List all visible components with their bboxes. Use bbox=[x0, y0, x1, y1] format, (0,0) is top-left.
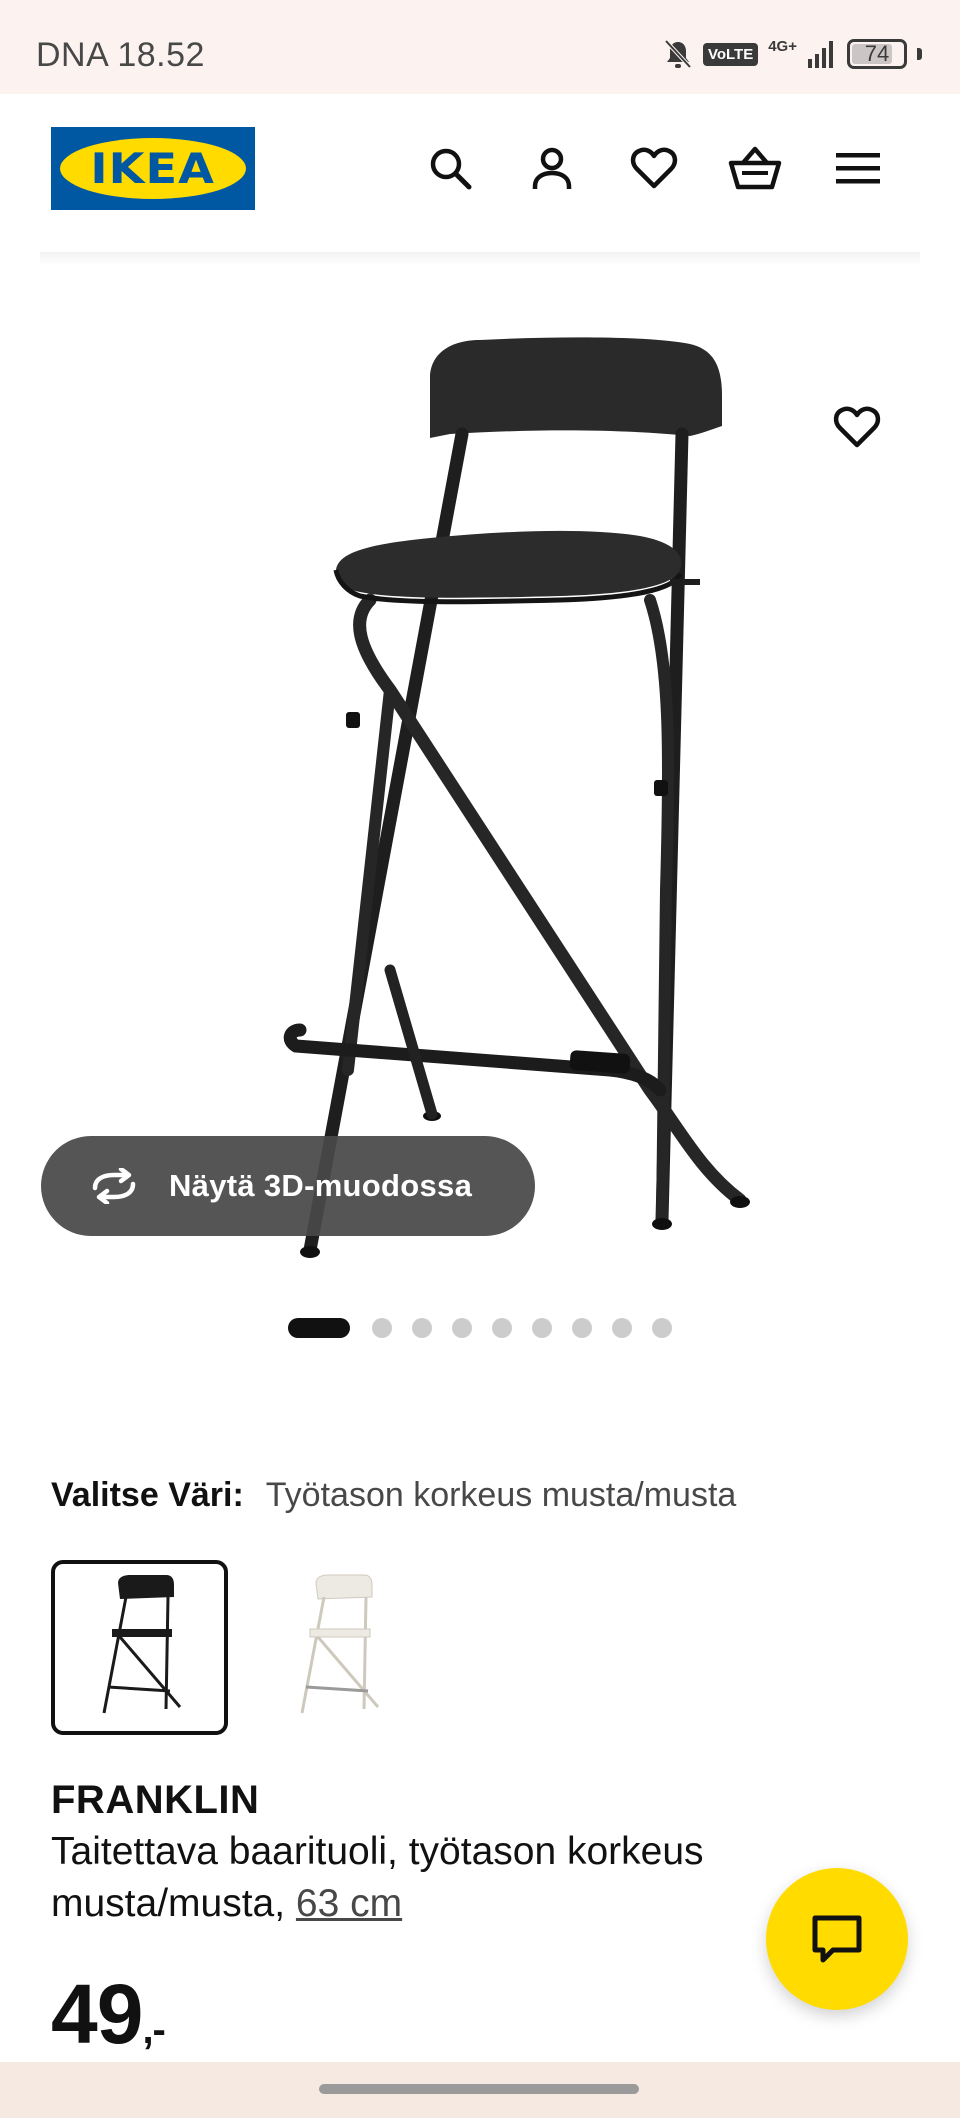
status-time: DNA 18.52 bbox=[36, 36, 205, 74]
product-description: Taitettava baarituoli, työtason korkeus … bbox=[51, 1826, 811, 1930]
account-icon[interactable] bbox=[524, 140, 580, 196]
view-3d-button[interactable]: Näytä 3D-muodossa bbox=[41, 1136, 535, 1236]
battery-icon: 74 bbox=[847, 39, 907, 69]
chat-bubble-icon bbox=[812, 1915, 862, 1963]
battery-level: 74 bbox=[864, 41, 890, 66]
rotate-3d-icon bbox=[92, 1168, 136, 1204]
volte-icon: VoLTE bbox=[702, 42, 759, 66]
menu-icon[interactable] bbox=[830, 140, 886, 196]
add-to-favorites-button[interactable] bbox=[820, 390, 894, 464]
price-suffix: ,- bbox=[142, 2008, 165, 2052]
logo-oval: IKEA bbox=[60, 138, 246, 199]
chat-button[interactable] bbox=[766, 1868, 908, 2010]
home-indicator[interactable] bbox=[319, 2084, 639, 2094]
swatch-image-white-stool bbox=[300, 1574, 379, 1713]
logo-text: IKEA bbox=[90, 144, 216, 193]
gallery-pagination[interactable] bbox=[0, 1318, 960, 1338]
color-label: Valitse Väri: bbox=[51, 1476, 244, 1514]
gallery-dot[interactable] bbox=[372, 1318, 392, 1338]
wishlist-heart-icon[interactable] bbox=[626, 140, 682, 196]
color-selected-value: Työtason korkeus musta/musta bbox=[265, 1476, 737, 1514]
gallery-dot[interactable] bbox=[412, 1318, 432, 1338]
header-divider bbox=[40, 252, 920, 266]
gallery-dot[interactable] bbox=[612, 1318, 632, 1338]
shopping-bag-icon[interactable] bbox=[727, 140, 783, 196]
swatch-image-black-stool bbox=[102, 1574, 181, 1713]
battery-cap bbox=[917, 48, 922, 60]
product-name: FRANKLIN bbox=[51, 1778, 260, 1822]
gallery-dot[interactable] bbox=[532, 1318, 552, 1338]
product-size-link[interactable]: 63 cm bbox=[296, 1882, 402, 1925]
price-value: 49 bbox=[51, 1967, 143, 2061]
heart-outline-icon bbox=[833, 406, 881, 448]
color-swatch-white[interactable] bbox=[249, 1560, 426, 1735]
gallery-dot[interactable] bbox=[572, 1318, 592, 1338]
gallery-dot[interactable] bbox=[652, 1318, 672, 1338]
gallery-dot-active[interactable] bbox=[288, 1318, 350, 1338]
status-icons: VoLTE 4G+ 74 bbox=[663, 34, 922, 74]
color-swatch-black[interactable] bbox=[51, 1560, 228, 1735]
search-icon[interactable] bbox=[422, 140, 478, 196]
status-bar: DNA 18.52 VoLTE 4G+ 74 bbox=[0, 0, 960, 94]
ikea-logo[interactable]: IKEA bbox=[51, 127, 255, 210]
color-selector-row: Valitse Väri: Työtason korkeus musta/mus… bbox=[51, 1476, 736, 1515]
bell-off-icon bbox=[663, 38, 693, 70]
network-type: 4G+ bbox=[768, 37, 797, 55]
product-price: 49,- bbox=[51, 1966, 166, 2063]
gallery-dot[interactable] bbox=[492, 1318, 512, 1338]
gallery-dot[interactable] bbox=[452, 1318, 472, 1338]
signal-icon bbox=[807, 39, 837, 69]
product-gallery[interactable] bbox=[40, 290, 920, 1280]
view-3d-label: Näytä 3D-muodossa bbox=[169, 1168, 473, 1203]
